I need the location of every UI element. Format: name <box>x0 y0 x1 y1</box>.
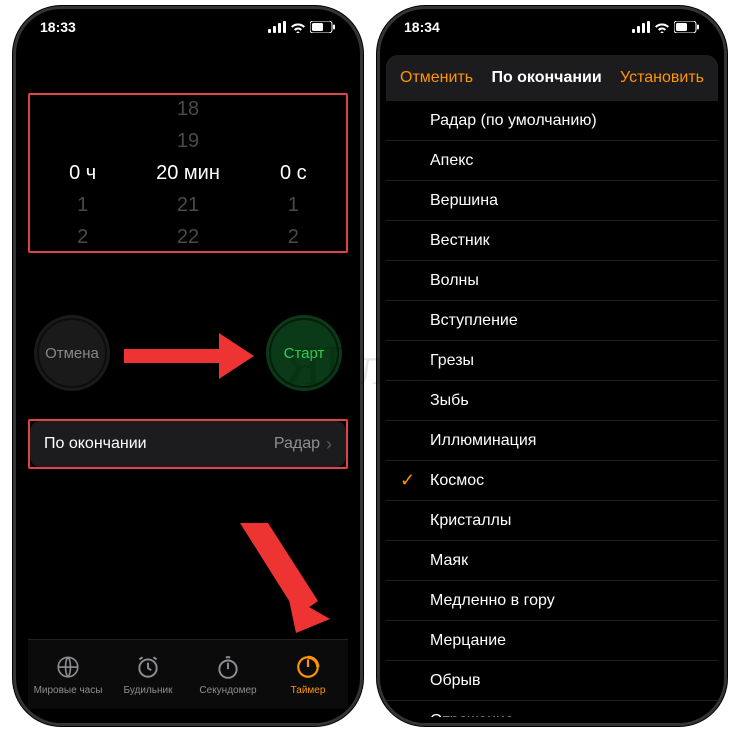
alarm-icon <box>135 654 161 683</box>
tab-timer[interactable]: Таймер <box>268 640 348 709</box>
sound-option-label: Медленно в гору <box>430 592 555 610</box>
sound-option[interactable]: Вершина <box>386 181 718 221</box>
wifi-icon <box>290 21 306 33</box>
check-icon: ✓ <box>400 470 415 491</box>
when-timer-ends-value: Радар <box>274 435 320 453</box>
sound-option[interactable]: Иллюминация <box>386 421 718 461</box>
phone-left: 18:33 0 ч 1 2 3 <box>13 6 363 726</box>
status-icons <box>268 21 336 33</box>
sound-option-label: Вестник <box>430 232 490 250</box>
sound-option[interactable]: Кристаллы <box>386 501 718 541</box>
notch <box>472 9 632 33</box>
sound-option[interactable]: Обрыв <box>386 661 718 701</box>
sound-option[interactable]: Мерцание <box>386 621 718 661</box>
modal-navigation-bar: Отменить По окончании Установить <box>386 55 718 101</box>
tab-label: Будильник <box>124 685 173 696</box>
annotation-arrow <box>240 523 330 633</box>
sound-option-label: Апекс <box>430 152 473 170</box>
sound-option-label: Обрыв <box>430 672 481 690</box>
status-icons <box>632 21 700 33</box>
duration-picker[interactable]: 0 ч 1 2 3 18 19 20 мин 21 22 23 <box>28 93 348 253</box>
hours-wheel[interactable]: 0 ч 1 2 3 <box>30 95 135 251</box>
tab-label: Секундомер <box>199 685 256 696</box>
tab-label: Таймер <box>291 685 326 696</box>
timer-icon <box>295 654 321 683</box>
globe-icon <box>55 654 81 683</box>
sound-option[interactable]: Грезы <box>386 341 718 381</box>
modal-title: По окончании <box>491 69 601 87</box>
sound-option-label: Грезы <box>430 352 474 370</box>
tab-alarm[interactable]: Будильник <box>108 640 188 709</box>
sound-option-label: Иллюминация <box>430 432 536 450</box>
tab-label: Мировые часы <box>34 685 103 696</box>
sound-option-list[interactable]: Радар (по умолчанию) Апекс Вершина Вестник В… <box>386 101 718 717</box>
chevron-right-icon: › <box>326 434 332 455</box>
sound-option-label: Радар (по умолчанию) <box>430 112 597 130</box>
sound-option[interactable]: Вестник <box>386 221 718 261</box>
sound-option-label: Космос <box>430 472 484 490</box>
tab-bar: Мировые часы Будильник Секундомер Таймер <box>28 639 348 709</box>
annotation-arrow <box>124 333 254 379</box>
when-timer-ends-label: По окончании <box>44 435 147 453</box>
sound-option-label: Маяк <box>430 552 468 570</box>
start-button[interactable]: Старт <box>266 315 342 391</box>
start-button-label: Старт <box>284 345 325 362</box>
sound-option[interactable]: Апекс <box>386 141 718 181</box>
sound-option[interactable]: Зыбь <box>386 381 718 421</box>
stopwatch-icon <box>215 654 241 683</box>
seconds-wheel[interactable]: 0 c 1 2 3 <box>241 95 346 251</box>
sound-option-label: Отражение <box>430 712 514 718</box>
sound-option[interactable]: Вступление <box>386 301 718 341</box>
when-timer-ends-row[interactable]: По окончании Радар › <box>30 421 346 467</box>
wifi-icon <box>654 21 670 33</box>
sound-option-label: Зыбь <box>430 392 469 410</box>
sound-option-label: Вступление <box>430 312 518 330</box>
set-link[interactable]: Установить <box>620 69 704 87</box>
sound-option[interactable]: Медленно в гору <box>386 581 718 621</box>
sound-option[interactable]: Маяк <box>386 541 718 581</box>
phone-right: 18:34 Отменить По окончании Установить Р… <box>377 6 727 726</box>
sound-option[interactable]: ✓ Космос <box>386 461 718 501</box>
battery-icon <box>674 21 700 33</box>
sound-option-label: Волны <box>430 272 479 290</box>
cancel-button-label: Отмена <box>45 345 99 362</box>
sound-option-label: Вершина <box>430 192 498 210</box>
battery-icon <box>310 21 336 33</box>
cancel-link[interactable]: Отменить <box>400 69 473 87</box>
tab-world-clock[interactable]: Мировые часы <box>28 640 108 709</box>
sound-option[interactable]: Волны <box>386 261 718 301</box>
signal-icon <box>268 21 286 33</box>
signal-icon <box>632 21 650 33</box>
sound-option[interactable]: Отражение <box>386 701 718 717</box>
sound-option-label: Мерцание <box>430 632 506 650</box>
minutes-wheel[interactable]: 18 19 20 мин 21 22 23 <box>135 95 240 251</box>
tab-stopwatch[interactable]: Секундомер <box>188 640 268 709</box>
status-time: 18:34 <box>404 19 440 35</box>
status-time: 18:33 <box>40 19 76 35</box>
sound-option-label: Кристаллы <box>430 512 511 530</box>
cancel-button[interactable]: Отмена <box>34 315 110 391</box>
notch <box>108 9 268 33</box>
sound-option[interactable]: Радар (по умолчанию) <box>386 101 718 141</box>
